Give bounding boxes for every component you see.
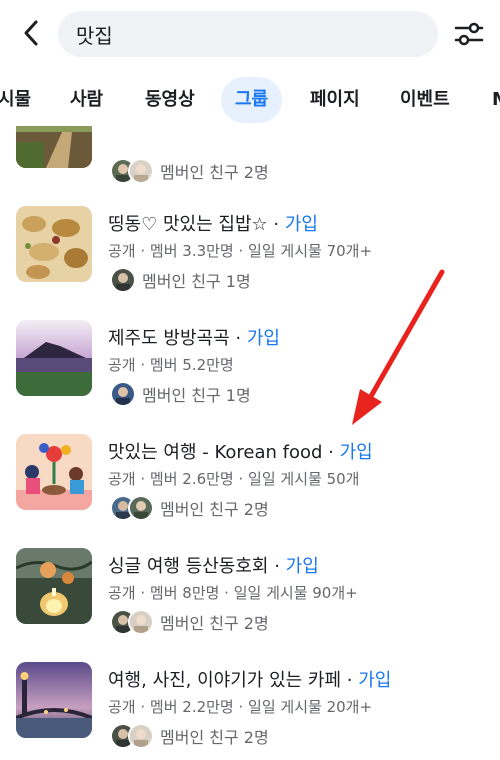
avatar — [110, 267, 136, 293]
group-title[interactable]: 여행, 사진, 이야기가 있는 카페 · 가입 — [108, 666, 391, 692]
friends-count-text: 멤버인 친구 2명 — [160, 614, 269, 633]
separator: · — [322, 442, 340, 463]
tab-groups[interactable]: 그룹 — [221, 77, 283, 123]
group-name: 싱글 여행 등산동호회 — [108, 556, 269, 577]
group-result-row[interactable]: 싱글 여행 등산동호회 · 가입 공개 · 멤버 8만명 · 일일 게시물 90… — [0, 548, 500, 663]
join-button[interactable]: 가입 — [247, 328, 280, 349]
group-result-row[interactable]: 멤버인 친구 2명 — [0, 126, 500, 184]
avatar — [128, 609, 154, 635]
tab-more[interactable]: M — [492, 77, 500, 123]
friends-count-text: 멤버인 친구 2명 — [160, 728, 269, 747]
group-results-list: 멤버인 친구 2명 띵동♡ 맛있는 집밥☆ · 가입 공개 · 멤버 3.3만명… — [0, 126, 500, 760]
group-name: 여행, 사진, 이야기가 있는 카페 — [108, 670, 342, 691]
join-button[interactable]: 가입 — [358, 670, 391, 691]
avatar — [128, 158, 154, 184]
group-name: 띵동♡ 맛있는 집밥☆ — [108, 214, 268, 235]
friends-count-text: 멤버인 친구 2명 — [160, 163, 269, 182]
group-meta: 공개 · 멤버 5.2만명 — [108, 356, 234, 374]
group-meta: 공개 · 멤버 2.6만명 · 일일 게시물 50개 — [108, 470, 360, 488]
friends-count-text: 멤버인 친구 1명 — [142, 272, 251, 291]
top-bar: 맛집 — [0, 0, 500, 68]
tab-people[interactable]: 사람 — [70, 77, 103, 123]
group-result-row[interactable]: 제주도 방방곡곡 · 가입 공개 · 멤버 5.2만명 멤버인 친구 1명 — [0, 320, 500, 435]
group-title[interactable]: 맛있는 여행 - Korean food · 가입 — [108, 438, 373, 464]
search-category-tabs: 시물 사람 동영상 그룹 페이지 이벤트 M — [0, 74, 500, 126]
back-button[interactable] — [14, 16, 48, 50]
group-name: 제주도 방방곡곡 — [108, 328, 230, 349]
group-thumbnail — [16, 434, 92, 510]
group-thumbnail — [16, 126, 92, 168]
chevron-left-icon — [24, 20, 38, 46]
member-friends: 멤버인 친구 2명 — [110, 608, 269, 636]
join-button[interactable]: 가입 — [286, 556, 319, 577]
join-button[interactable]: 가입 — [340, 442, 373, 463]
join-button[interactable]: 가입 — [285, 214, 318, 235]
search-input[interactable]: 맛집 — [58, 11, 438, 57]
group-meta: 공개 · 멤버 2.2만명 · 일일 게시물 20개+ — [108, 698, 373, 716]
group-name: 맛있는 여행 - Korean food — [108, 442, 323, 463]
tab-posts[interactable]: 시물 — [0, 77, 31, 123]
group-result-row[interactable]: 여행, 사진, 이야기가 있는 카페 · 가입 공개 · 멤버 2.2만명 · … — [0, 662, 500, 760]
group-title[interactable]: 띵동♡ 맛있는 집밥☆ · 가입 — [108, 210, 318, 236]
tab-videos[interactable]: 동영상 — [145, 77, 195, 123]
tab-pages[interactable]: 페이지 — [310, 77, 360, 123]
group-thumbnail — [16, 548, 92, 624]
filter-button[interactable] — [450, 16, 488, 52]
group-title[interactable]: 제주도 방방곡곡 · 가입 — [108, 324, 280, 350]
group-result-row[interactable]: 맛있는 여행 - Korean food · 가입 공개 · 멤버 2.6만명 … — [0, 434, 500, 549]
group-thumbnail — [16, 662, 92, 738]
separator: · — [267, 214, 285, 235]
member-friends: 멤버인 친구 1명 — [110, 266, 251, 294]
friends-count-text: 멤버인 친구 1명 — [142, 386, 251, 405]
member-friends: 멤버인 친구 1명 — [110, 380, 251, 408]
sliders-icon — [454, 22, 484, 46]
separator: · — [268, 556, 286, 577]
member-friends: 멤버인 친구 2명 — [110, 494, 269, 522]
avatar — [128, 495, 154, 521]
tab-events[interactable]: 이벤트 — [400, 77, 450, 123]
separator: · — [341, 670, 359, 691]
search-query-text: 맛집 — [76, 23, 113, 48]
group-thumbnail — [16, 320, 92, 396]
member-friends: 멤버인 친구 2명 — [110, 157, 269, 185]
group-meta: 공개 · 멤버 8만명 · 일일 게시물 90개+ — [108, 584, 358, 602]
group-title[interactable]: 싱글 여행 등산동호회 · 가입 — [108, 552, 319, 578]
separator: · — [229, 328, 247, 349]
avatar — [110, 381, 136, 407]
avatar — [128, 723, 154, 749]
member-friends: 멤버인 친구 2명 — [110, 722, 269, 750]
group-meta: 공개 · 멤버 3.3만명 · 일일 게시물 70개+ — [108, 242, 373, 260]
friends-count-text: 멤버인 친구 2명 — [160, 500, 269, 519]
group-result-row[interactable]: 띵동♡ 맛있는 집밥☆ · 가입 공개 · 멤버 3.3만명 · 일일 게시물 … — [0, 206, 500, 321]
group-thumbnail — [16, 206, 92, 282]
